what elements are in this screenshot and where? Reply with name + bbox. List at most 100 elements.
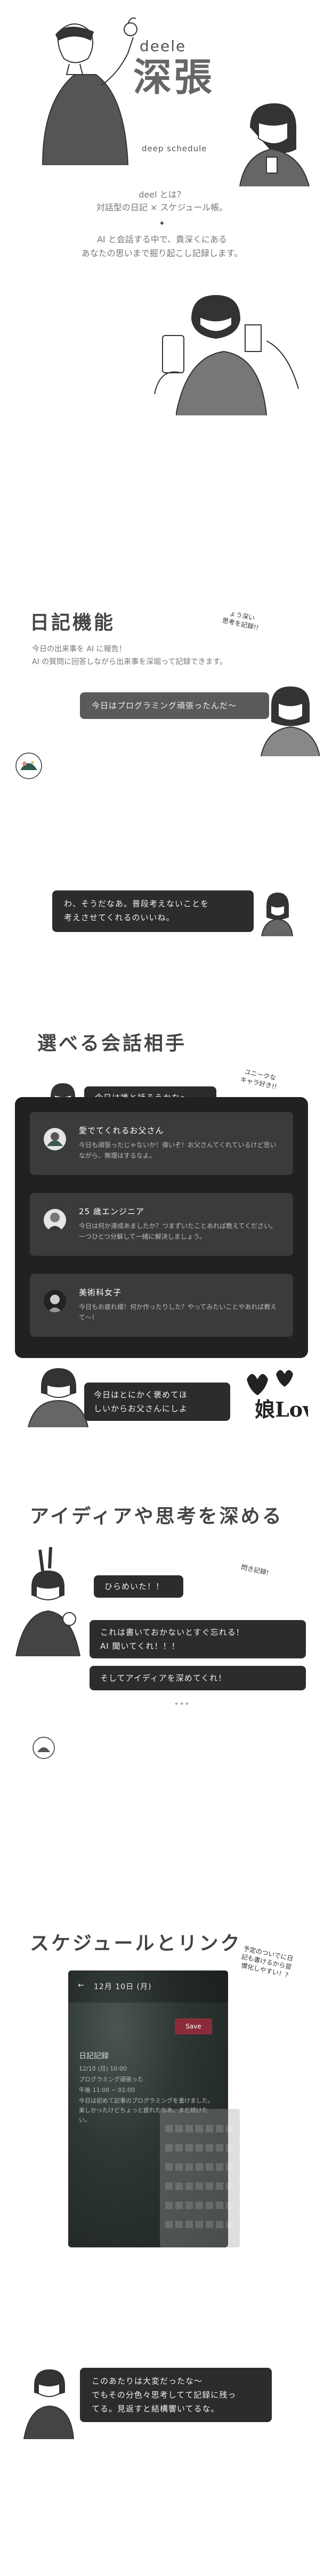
calendar-cell[interactable] <box>196 2182 203 2190</box>
girl-thinking-illustration <box>259 890 294 936</box>
calendar-cell[interactable] <box>165 2202 173 2209</box>
calendar-cell[interactable] <box>196 2144 203 2152</box>
intro-line-3: あなたの思いまで掘り起こし記録します。 <box>81 248 243 258</box>
calendar-cell[interactable] <box>216 2202 223 2209</box>
diary-desc-2: AI の質問に回答しながら出来事を深堀って記録できます。 <box>32 658 228 666</box>
partner-card[interactable]: 美術科女子 今日もお疲れ様！何か作ったりした？やってみたいことやあれば教えて～！ <box>30 1274 293 1337</box>
intro-line-1: 対話型の日記 × スケジュール帳。 <box>96 202 228 212</box>
calendar-cell[interactable] <box>175 2202 183 2209</box>
calendar-cell[interactable] <box>216 2125 223 2132</box>
calendar-cell[interactable] <box>206 2163 213 2171</box>
calendar-cell[interactable] <box>185 2221 193 2228</box>
calendar-cell[interactable] <box>206 2182 213 2190</box>
calendar-cell[interactable] <box>206 2125 213 2132</box>
brand-name-en: deele <box>140 37 187 55</box>
art-girl-avatar <box>44 1290 66 1312</box>
love-sign-illustration: 娘Love <box>239 1363 308 1427</box>
partner-desc: 今日は何か達成あましたか？つまずいたことあれば教えてください。一つひとつ分解して… <box>79 1222 277 1240</box>
calendar-cell[interactable] <box>226 2163 233 2171</box>
save-button[interactable]: Save <box>175 2018 212 2034</box>
ai-reply-line-2: 考えさせてくれるのいいね。 <box>64 913 175 922</box>
calendar-cell[interactable] <box>196 2202 203 2209</box>
partners-note: ユニークな キャラ好き!! <box>239 1068 278 1091</box>
calendar-cell[interactable] <box>226 2221 233 2228</box>
phone-hand-illustration <box>149 330 197 394</box>
intro-question: deel とは？ <box>139 190 185 200</box>
boy-idea-illustration <box>11 1544 91 1656</box>
father-avatar <box>44 1128 66 1150</box>
calendar-widget[interactable] <box>160 2109 240 2247</box>
calendar-cell[interactable] <box>216 2144 223 2152</box>
calendar-cell[interactable] <box>185 2163 193 2171</box>
idea-bubble-1: ひらめいた！！ <box>94 1575 183 1598</box>
ideas-note: 閃き記録! <box>240 1563 270 1577</box>
ai-reply-bubble: わ、そうだなあ。普段考えないことを 考えさせてくれるのいいね。 <box>52 890 254 932</box>
calendar-cell[interactable] <box>226 2125 233 2132</box>
partner-card[interactable]: 愛でてくれるお父さん 今日も頑張ったじゃないか！偉いぞ！お父さんてくれているけど… <box>30 1112 293 1175</box>
partner-card[interactable]: 25 歳エンジニア 今日は何か達成あましたか？つまずいたことあれば教えてください… <box>30 1193 293 1256</box>
idea-bubble-2-line-2: AI 聞いてくれ！！！ <box>100 1641 180 1651</box>
calendar-cell[interactable] <box>175 2163 183 2171</box>
diary-entry-line: 午後 11:00 ~ 01:00 <box>79 2087 135 2093</box>
calendar-cell[interactable] <box>206 2144 213 2152</box>
diary-title: 日記機能 <box>30 612 116 634</box>
schedule-reply-line-2: でもその分色々思考してて記録に残っ <box>92 2390 237 2400</box>
calendar-cell[interactable] <box>216 2163 223 2171</box>
schedule-title: スケジュールとリンク <box>30 1933 242 1955</box>
partner-choice-line-2: しいからお父さんにしよ <box>94 1404 188 1413</box>
schedule-reply-bubble: このあたりは大変だったな～ でもその分色々思考してて記録に残っ てる。見返すと結… <box>80 2368 272 2422</box>
calendar-cell[interactable] <box>185 2125 193 2132</box>
intro-line-2: AI と会話する中で、貴深くにある <box>96 234 228 244</box>
landing-page: deele 深張 deep schedule deel とは？ 対話型の日記 ×… <box>0 0 324 2576</box>
partners-title: 選べる会話相手 <box>37 1033 187 1054</box>
partner-choice-bubble: 今日はとにかく褒めてほ しいからお父さんにしよ <box>84 1383 230 1421</box>
calendar-cell[interactable] <box>165 2163 173 2171</box>
partner-name: 美術科女子 <box>79 1288 122 1297</box>
calendar-cell[interactable] <box>226 2202 233 2209</box>
calendar-cell[interactable] <box>175 2221 183 2228</box>
brand-subtitle: deep schedule <box>142 144 207 153</box>
diary-entry-line: プログラミング頑張った <box>79 2076 143 2083</box>
calendar-cell[interactable] <box>226 2182 233 2190</box>
calendar-cell[interactable] <box>165 2182 173 2190</box>
partner-choice-line-1: 今日はとにかく褒めてほ <box>94 1390 188 1400</box>
sparkle-icon: ✦ <box>159 219 165 228</box>
calendar-cell[interactable] <box>165 2125 173 2132</box>
calendar-cell[interactable] <box>185 2182 193 2190</box>
schedule-note: 予定のついでに日 記も書けるから習 慣化しやすい！? <box>240 1944 294 1979</box>
calendar-cell[interactable] <box>185 2202 193 2209</box>
ai-reply-line-1: わ、そうだなあ。普段考えないことを <box>64 899 209 909</box>
schedule-date: 12月 10日 (月) <box>94 1983 152 1991</box>
calendar-cell[interactable] <box>175 2144 183 2152</box>
partner-name: 愛でてくれるお父さん <box>79 1126 164 1135</box>
boy-holding-sprout-illustration <box>21 11 144 165</box>
calendar-cell[interactable] <box>196 2125 203 2132</box>
calendar-cell[interactable] <box>216 2182 223 2190</box>
brand-name-jp: 深張 <box>133 54 215 100</box>
back-arrow-icon[interactable]: ← <box>78 1981 84 1990</box>
partner-desc: 今日も頑張ったじゃないか！偉いぞ！お父さんてくれているけど思いながら、無理はする… <box>79 1141 277 1159</box>
partner-name: 25 歳エンジニア <box>79 1207 144 1216</box>
girl-with-phone-illustration <box>229 96 314 186</box>
calendar-cell[interactable] <box>216 2221 223 2228</box>
girl-phone-illustration <box>26 1363 90 1427</box>
calendar-cell[interactable] <box>206 2202 213 2209</box>
loading-dots-icon <box>174 1701 190 1706</box>
calendar-cell[interactable] <box>196 2163 203 2171</box>
idea-bubble-2: これは書いておかないとすぐ忘れる！ AI 聞いてくれ！！！ <box>90 1620 306 1658</box>
calendar-cell[interactable] <box>175 2125 183 2132</box>
calendar-cell[interactable] <box>196 2221 203 2228</box>
engineer-avatar <box>44 1209 66 1231</box>
boy-reflecting-illustration <box>21 2365 75 2439</box>
calendar-cell[interactable] <box>165 2144 173 2152</box>
girl-reading-illustration <box>256 682 320 756</box>
idea-bubble-2-line-1: これは書いておかないとすぐ忘れる！ <box>100 1628 245 1637</box>
ai-avatar-icon <box>15 752 43 780</box>
calendar-cell[interactable] <box>165 2221 173 2228</box>
calendar-cell[interactable] <box>175 2182 183 2190</box>
calendar-cell[interactable] <box>185 2144 193 2152</box>
love-text: 娘Love <box>255 1397 308 1421</box>
calendar-cell[interactable] <box>206 2221 213 2228</box>
schedule-reply-line-3: てる。見返すと結構響いてるな。 <box>92 2404 220 2414</box>
calendar-cell[interactable] <box>226 2144 233 2152</box>
